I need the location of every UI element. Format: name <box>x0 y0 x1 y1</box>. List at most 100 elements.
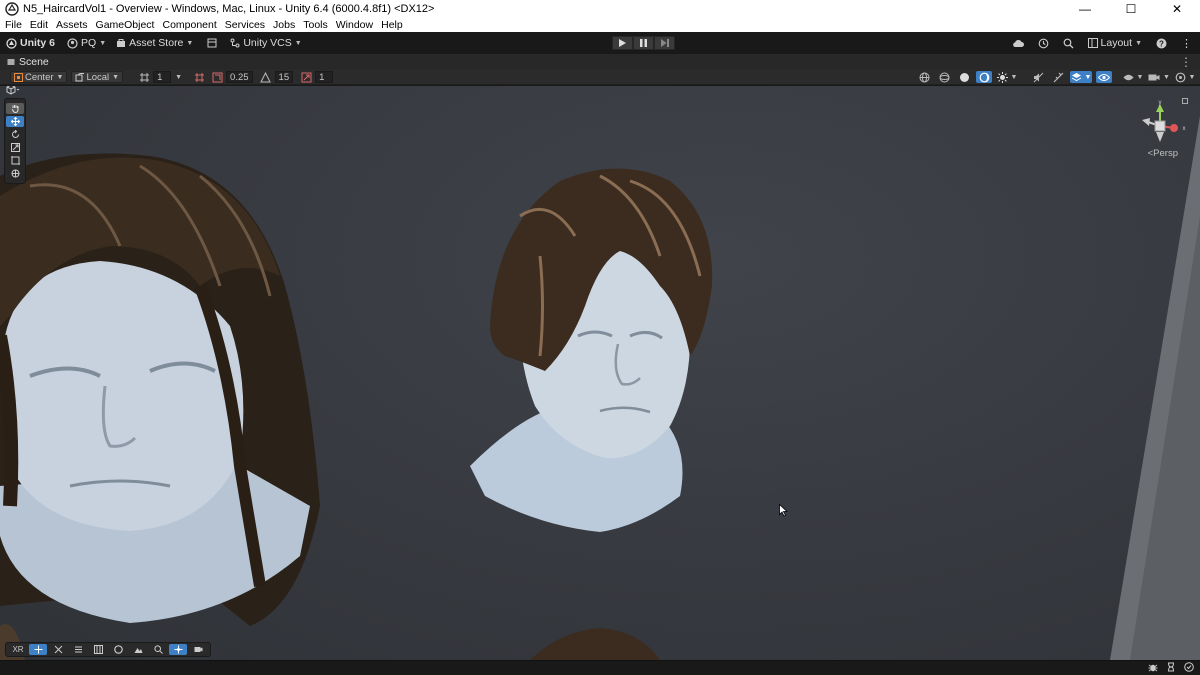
view-tool-button[interactable] <box>6 103 24 114</box>
checkmark-status-button[interactable] <box>1184 662 1194 675</box>
search-button[interactable] <box>1063 38 1074 49</box>
version-control-icon <box>230 38 240 48</box>
menu-edit[interactable]: Edit <box>30 19 48 31</box>
close-button[interactable]: ✕ <box>1154 0 1200 18</box>
overlay-search-button[interactable] <box>149 644 167 655</box>
account-dropdown[interactable]: PQ ▼ <box>67 37 106 49</box>
overlay-align-button[interactable] <box>69 644 87 655</box>
pause-button[interactable] <box>633 36 654 50</box>
xr-button[interactable]: XR <box>9 644 27 655</box>
tab-scene[interactable]: Scene <box>0 56 49 68</box>
gizmos-dropdown[interactable]: ▼ <box>1174 71 1196 83</box>
cloud-button[interactable] <box>1012 39 1024 48</box>
lit-sphere-icon <box>979 72 989 82</box>
visibility-toggle[interactable] <box>1096 71 1112 83</box>
camera-icon <box>1148 74 1160 80</box>
overlay-pivot-button[interactable] <box>169 644 187 655</box>
wireframe-sphere-icon <box>939 72 949 82</box>
chevron-down-icon[interactable]: ▼ <box>175 74 182 81</box>
overlays-dropdown[interactable]: ▼ <box>1122 71 1144 83</box>
grid-icon <box>139 72 149 82</box>
snap-increment-toggle[interactable] <box>210 71 224 83</box>
play-icon <box>619 39 626 47</box>
maximize-button[interactable]: ☐ <box>1108 0 1154 18</box>
overlay-snap-button[interactable] <box>49 644 67 655</box>
increment-snap-toggle[interactable] <box>192 71 206 83</box>
wireframe-toggle[interactable] <box>936 71 952 83</box>
rotate-snap-field[interactable]: 15 <box>274 71 294 83</box>
fx-toggle[interactable] <box>1050 71 1066 83</box>
check-circle-icon <box>1184 662 1194 672</box>
pivot-center-icon <box>14 72 23 82</box>
menu-assets[interactable]: Assets <box>56 19 88 31</box>
chevron-down-icon: ▼ <box>1010 73 1018 81</box>
history-button[interactable] <box>1038 38 1049 49</box>
terrain-icon <box>134 648 142 653</box>
move-tool-button[interactable] <box>6 116 24 127</box>
progress-status-button[interactable] <box>1166 662 1176 675</box>
toolbar-more-button[interactable]: ⋮ <box>1181 37 1192 50</box>
menu-help[interactable]: Help <box>381 19 403 31</box>
layout-dropdown[interactable]: Layout ▼ <box>1087 37 1142 49</box>
snap-increment-field[interactable]: 0.25 <box>226 71 253 83</box>
gizmo-layers-dropdown[interactable]: ▼ <box>1070 71 1092 83</box>
eye-icon <box>1098 73 1110 81</box>
rotate-tool-button[interactable] <box>6 129 24 140</box>
scene-viewport[interactable]: y x <Persp XR <box>0 86 1200 660</box>
lighting-dropdown[interactable]: ▼ <box>996 71 1018 83</box>
tool-palette <box>4 98 26 184</box>
lit-mode-toggle[interactable] <box>976 71 992 83</box>
gizmo-lock-icon[interactable] <box>1182 98 1188 104</box>
menu-gameobject[interactable]: GameObject <box>96 19 155 31</box>
orientation-gizmo[interactable]: y x <box>1140 100 1190 170</box>
grid-value-field[interactable]: 1 <box>153 71 172 83</box>
scene-toolbar: Center ▼ Local ▼ 1 ▼ 0.25 15 1 ▼ ▼ ▼ ▼ ▼ <box>0 70 1200 85</box>
global-view-toggle[interactable] <box>916 71 932 83</box>
vcs-dropdown[interactable]: Unity VCS ▼ <box>230 37 302 49</box>
gizmo-globe-icon <box>1175 72 1185 82</box>
menu-component[interactable]: Component <box>162 19 216 31</box>
asset-store-dropdown[interactable]: Asset Store ▼ <box>116 37 193 49</box>
transform-tool-button[interactable] <box>6 168 24 179</box>
shaded-toggle[interactable] <box>956 71 972 83</box>
scene-view-options: ▼ ▼ ▼ ▼ ▼ <box>912 71 1196 83</box>
minimize-button[interactable]: — <box>1062 0 1108 18</box>
camera-dropdown[interactable]: ▼ <box>1148 71 1170 83</box>
perspective-label[interactable]: <Persp <box>1148 148 1178 159</box>
cloud-icon <box>1012 39 1024 47</box>
scale-snap-toggle[interactable] <box>299 71 313 83</box>
overlay-sphere-button[interactable] <box>109 644 127 655</box>
pivot-icon <box>174 645 182 654</box>
play-button[interactable] <box>612 36 633 50</box>
orientation-cube-button[interactable] <box>6 86 20 99</box>
svg-text:?: ? <box>1159 39 1164 48</box>
tab-menu-icon[interactable]: ⋮ <box>1180 55 1192 69</box>
audio-mute-icon <box>1033 72 1043 82</box>
package-icon-button[interactable] <box>207 38 220 48</box>
overlay-cameras-button[interactable] <box>189 644 207 655</box>
package-icon <box>207 38 217 48</box>
menu-tools[interactable]: Tools <box>303 19 328 31</box>
overlay-grid-button[interactable] <box>89 644 107 655</box>
menu-file[interactable]: File <box>5 19 22 31</box>
menu-jobs[interactable]: Jobs <box>273 19 295 31</box>
grid-snap-toggle[interactable] <box>137 71 151 83</box>
menu-services[interactable]: Services <box>225 19 265 31</box>
scale-snap-field[interactable]: 1 <box>315 71 334 83</box>
unity-label: Unity 6 <box>20 37 56 49</box>
scale-tool-button[interactable] <box>6 142 24 153</box>
overlay-move-button[interactable] <box>29 644 47 655</box>
menu-window[interactable]: Window <box>336 19 373 31</box>
overlay-terrain-button[interactable] <box>129 644 147 655</box>
pivot-mode-label: Center <box>25 71 54 83</box>
unity-button[interactable]: Unity 6 <box>6 37 55 49</box>
audio-toggle[interactable] <box>1030 71 1046 83</box>
pivot-mode-dropdown[interactable]: Center ▼ <box>10 71 68 83</box>
debug-status-button[interactable] <box>1148 662 1158 675</box>
step-button[interactable] <box>654 36 675 50</box>
help-button[interactable]: ? <box>1156 38 1167 49</box>
rotate-snap-toggle[interactable] <box>259 71 273 83</box>
pivot-space-dropdown[interactable]: Local ▼ <box>71 71 124 83</box>
layout-label: Layout <box>1100 37 1133 49</box>
rect-tool-button[interactable] <box>6 155 24 166</box>
